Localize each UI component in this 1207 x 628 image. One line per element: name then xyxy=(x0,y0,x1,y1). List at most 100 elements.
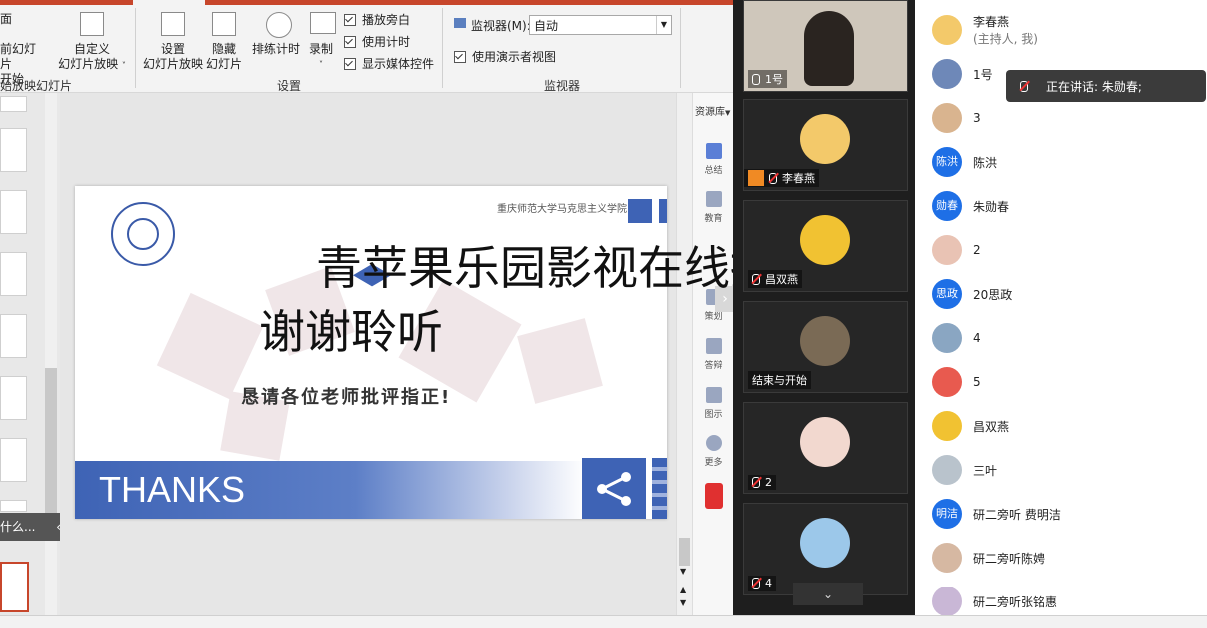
chevron-down-icon[interactable]: ▼ xyxy=(680,598,686,607)
participant-row[interactable]: 1号 xyxy=(932,59,993,89)
custom-show-button[interactable]: 自定义 幻灯片放映 ˅ xyxy=(55,42,129,73)
checkbox-label: 显示媒体控件 xyxy=(362,57,435,71)
thanks-text: THANKS xyxy=(99,469,246,510)
avatar-initials: 勋春 xyxy=(932,191,962,221)
participant-row[interactable]: 勋春 朱勋春 xyxy=(932,191,1009,221)
chevron-down-icon: ˅ xyxy=(319,60,323,69)
slide-thumbnail[interactable] xyxy=(0,128,27,172)
avatar-initials: 明洁 xyxy=(932,499,962,529)
slide-thumbnail[interactable] xyxy=(0,190,27,234)
resource-item-label: 图示 xyxy=(704,410,723,420)
slide-thumbnail[interactable] xyxy=(0,96,27,112)
resource-item-more[interactable]: 更多 xyxy=(693,435,734,468)
slide-thumbnail[interactable] xyxy=(0,376,27,420)
chevron-down-icon: ▼ xyxy=(725,109,731,117)
slide-thumbnail[interactable] xyxy=(0,252,27,296)
resource-header[interactable]: 资源库▼ xyxy=(695,103,730,118)
participant-name: 研二旁听陈娉 xyxy=(973,551,1046,566)
participant-name: 2 xyxy=(973,243,981,257)
red-packet-icon[interactable] xyxy=(705,483,723,509)
participant-name: 研二旁听 费明洁 xyxy=(973,507,1061,522)
resource-item-education[interactable]: 教育 xyxy=(693,191,734,224)
document-icon xyxy=(705,143,722,159)
decorative-bar xyxy=(652,458,667,519)
video-tile[interactable]: 4 xyxy=(743,503,908,595)
ribbon-accent xyxy=(205,0,733,5)
button-label: 设置 xyxy=(160,42,185,56)
editor-scrollbar[interactable]: ▼ ▲ ▼ xyxy=(676,93,693,615)
avatar-initials: 思政 xyxy=(932,279,962,309)
scrollbar-thumb[interactable] xyxy=(45,368,57,518)
show-media-controls-checkbox[interactable]: 显示媒体控件 xyxy=(344,55,434,72)
slide-thumbnail-selected[interactable] xyxy=(0,562,29,612)
resource-panel: 资源库▼ 总结 教育 策划 答辩 图示 更多 xyxy=(692,93,734,615)
participant-name: 4 xyxy=(973,331,981,345)
setup-show-icon xyxy=(161,12,185,36)
participant-row[interactable]: 昌双燕 xyxy=(932,411,1009,441)
button-label: 录制 xyxy=(309,42,334,56)
participant-row[interactable]: 思政 20思政 xyxy=(932,279,1012,309)
rehearse-timings-button[interactable]: 排练计时 xyxy=(252,42,300,57)
video-tile-label: 结束与开始 xyxy=(748,371,811,389)
participant-row[interactable]: 4 xyxy=(932,323,981,353)
video-tile-label: 李春燕 xyxy=(744,169,819,187)
avatar xyxy=(932,103,962,133)
ribbon-accent xyxy=(0,0,133,5)
slide-thumbnail[interactable] xyxy=(0,314,27,358)
participant-row[interactable]: 研二旁听陈娉 xyxy=(932,543,1045,573)
scrollbar-thumb[interactable] xyxy=(679,538,690,566)
setup-show-button[interactable]: 设置 幻灯片放映 xyxy=(142,42,204,72)
avatar xyxy=(800,316,850,366)
participant-row[interactable]: 陈洪 陈洪 xyxy=(932,147,997,177)
use-timings-checkbox[interactable]: 使用计时 xyxy=(344,33,410,50)
hide-slide-button[interactable]: 隐藏 幻灯片 xyxy=(206,42,242,72)
book-icon xyxy=(705,191,722,207)
avatar xyxy=(932,323,962,353)
video-tile-camera[interactable]: 1号 xyxy=(743,0,908,92)
group-label-monitor: 监视器 xyxy=(544,79,581,93)
speaking-indicator: 正在讲话: 朱勋春; xyxy=(1006,70,1206,102)
monitor-label: 监视器(M): xyxy=(471,19,531,33)
presenter-view-checkbox[interactable]: 使用演示者视图 xyxy=(454,48,556,65)
play-narration-checkbox[interactable]: 播放旁白 xyxy=(344,11,410,28)
participant-row[interactable]: 明洁 研二旁听 费明洁 xyxy=(932,499,1061,529)
video-tile[interactable]: 2 xyxy=(743,402,908,494)
chevron-down-icon[interactable]: ▼ xyxy=(680,567,686,576)
taskbar xyxy=(0,615,1207,628)
decorative-shape xyxy=(517,318,603,404)
participant-row[interactable]: 2 xyxy=(932,235,981,265)
participant-row[interactable]: 三叶 xyxy=(932,455,997,485)
video-tile-label: 2 xyxy=(748,475,776,490)
resource-item-defense[interactable]: 答辩 xyxy=(693,338,734,371)
resource-item-summary[interactable]: 总结 xyxy=(693,143,734,176)
mic-muted-icon xyxy=(752,578,760,589)
monitor-select[interactable]: 自动 ▼ xyxy=(529,15,672,35)
resource-item-label: 策划 xyxy=(704,312,723,322)
divider xyxy=(442,8,443,88)
chevron-down-icon[interactable]: ⌄ xyxy=(793,583,863,605)
video-tile[interactable]: 结束与开始 xyxy=(743,301,908,393)
avatar-initials: 陈洪 xyxy=(932,147,962,177)
record-button[interactable]: 录制 ˅ xyxy=(309,42,333,72)
resource-item-diagram[interactable]: 图示 xyxy=(693,387,734,420)
chevron-up-icon[interactable]: ▲ xyxy=(680,585,686,594)
checkbox-icon xyxy=(344,57,356,70)
slide-thumbnail[interactable] xyxy=(0,438,27,482)
tile-name: 4 xyxy=(765,577,772,590)
video-tile-label: 昌双燕 xyxy=(748,270,802,288)
participant-row[interactable]: 研二旁听张铭惠 xyxy=(932,587,1057,615)
monitor-icon xyxy=(454,18,466,28)
group-label-setup: 设置 xyxy=(277,79,302,93)
participant-row[interactable]: 李春燕 (主持人, 我) xyxy=(932,15,1038,46)
slide-thumbnail[interactable] xyxy=(0,500,27,512)
video-tile[interactable]: 昌双燕 xyxy=(743,200,908,292)
video-tile[interactable]: 李春燕 xyxy=(743,99,908,191)
school-name: 重庆师范大学马克思主义学院 xyxy=(497,204,627,215)
participant-row[interactable]: 5 xyxy=(932,367,981,397)
tile-name: 昌双燕 xyxy=(765,273,798,286)
mic-muted-icon xyxy=(752,477,760,488)
from-current-partial: 面 xyxy=(0,12,13,26)
avatar xyxy=(932,59,962,89)
participant-row[interactable]: 3 xyxy=(932,103,981,133)
avatar xyxy=(932,411,962,441)
